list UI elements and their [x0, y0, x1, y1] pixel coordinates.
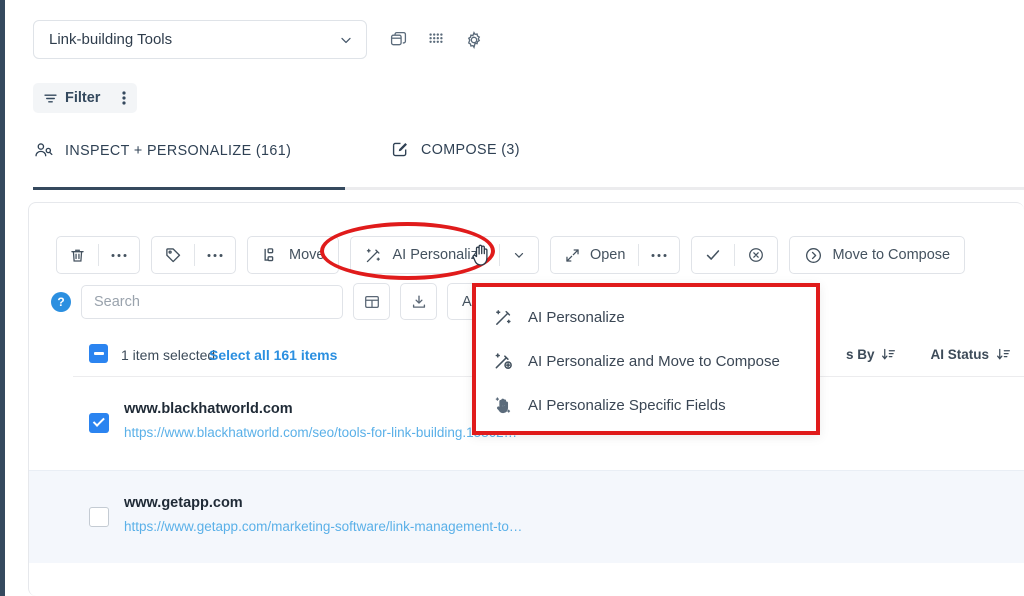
- left-navigation-rail: [0, 0, 5, 596]
- open-button-label: Open: [589, 247, 626, 263]
- filter-button-label: Filter: [65, 90, 101, 106]
- trash-icon: [71, 249, 84, 262]
- tab-underline-track: [33, 187, 1024, 190]
- menu-item-ai-personalize-and-move-to-compose[interactable]: AI Personalize and Move to Compose: [476, 339, 816, 383]
- ai-personalize-dropdown-menu: AI Personalize AI Personalize and Move t…: [472, 283, 820, 435]
- tab-compose-label: COMPOSE (3): [421, 141, 520, 158]
- ai-personalize-button-group: AI Personalize: [350, 236, 539, 274]
- table-row[interactable]: www.getapp.com https://www.getapp.com/ma…: [29, 470, 1024, 563]
- row-content: www.getapp.com https://www.getapp.com/ma…: [124, 495, 522, 534]
- download-button[interactable]: [400, 283, 437, 320]
- tab-bar: INSPECT + PERSONALIZE (161) COMPOSE (3): [33, 140, 520, 175]
- row-checkbox[interactable]: [89, 507, 109, 527]
- magic-wand-icon: [493, 307, 514, 328]
- row-url[interactable]: https://www.blackhatworld.com/seo/tools-…: [124, 425, 517, 440]
- column-header-status-by[interactable]: s By: [846, 347, 897, 362]
- workspace-select[interactable]: Link-building Tools: [33, 20, 367, 59]
- row-domain: www.getapp.com: [124, 495, 243, 511]
- move-button-label: Move: [289, 247, 325, 263]
- row-url[interactable]: https://www.getapp.com/marketing-softwar…: [124, 519, 522, 534]
- menu-item-ai-personalize[interactable]: AI Personalize: [476, 295, 816, 339]
- apps-grid-icon[interactable]: [421, 25, 451, 55]
- move-hierarchy-icon: [264, 248, 274, 262]
- top-bar: Link-building Tools: [33, 20, 489, 59]
- check-icon: [707, 250, 720, 260]
- menu-item-ai-personalize-label: AI Personalize: [528, 308, 625, 326]
- filter-button[interactable]: Filter: [33, 83, 112, 113]
- magic-wand-icon: [367, 248, 381, 262]
- menu-item-ai-personalize-specific-fields-label: AI Personalize Specific Fields: [528, 396, 726, 414]
- sort-desc-icon: [997, 348, 1010, 360]
- row-domain: www.blackhatworld.com: [124, 401, 293, 417]
- help-circle-label: ?: [57, 294, 65, 309]
- select-all-link[interactable]: Select all 161 items: [209, 347, 337, 363]
- circle-arrow-right-icon: [806, 247, 822, 263]
- tab-inspect-personalize-label: INSPECT + PERSONALIZE (161): [65, 142, 292, 159]
- people-icon: [33, 140, 54, 161]
- duplicate-icon[interactable]: [383, 25, 413, 55]
- columns-layout-button[interactable]: [353, 283, 390, 320]
- tab-compose[interactable]: COMPOSE (3): [391, 140, 520, 173]
- more-vertical-icon: [122, 91, 127, 105]
- check-icon: [92, 414, 105, 427]
- tab-inspect-personalize[interactable]: INSPECT + PERSONALIZE (161): [33, 140, 345, 175]
- tag-more-button[interactable]: [195, 237, 235, 273]
- column-header-ai-status[interactable]: AI Status: [930, 347, 1011, 362]
- magic-hand-icon: [493, 395, 514, 416]
- selection-count-label: 1 item selected: [121, 347, 216, 363]
- move-to-compose-button[interactable]: Move to Compose: [789, 236, 966, 274]
- select-all-checkbox[interactable]: [89, 344, 108, 363]
- chevron-down-icon: [514, 253, 524, 258]
- circle-x-icon: [749, 248, 764, 262]
- column-header-ai-status-label: AI Status: [930, 347, 989, 362]
- help-circle-icon[interactable]: ?: [51, 291, 71, 312]
- workspace-select-value: Link-building Tools: [49, 31, 173, 48]
- tab-active-indicator: [33, 187, 345, 190]
- more-horizontal-icon: [651, 253, 667, 257]
- filter-icon: [43, 91, 58, 106]
- menu-item-ai-personalize-specific-fields[interactable]: AI Personalize Specific Fields: [476, 383, 816, 427]
- filter-bar: Filter: [33, 83, 138, 113]
- tag-button[interactable]: [152, 237, 194, 273]
- filter-more-button[interactable]: [111, 83, 138, 113]
- top-bar-icons: [375, 25, 489, 55]
- delete-button-group: [56, 236, 140, 274]
- column-headers: s By AI Status: [846, 347, 1024, 362]
- chevron-down-icon: [338, 32, 354, 48]
- app-root: Link-building Tools Filter INSPECT + PER…: [0, 0, 1024, 596]
- download-icon: [412, 294, 425, 308]
- gear-icon[interactable]: [459, 25, 489, 55]
- column-header-status-by-label: s By: [845, 347, 875, 362]
- menu-item-ai-personalize-and-move-to-compose-label: AI Personalize and Move to Compose: [528, 352, 780, 370]
- move-button[interactable]: Move: [247, 236, 340, 274]
- reject-button[interactable]: [735, 237, 777, 273]
- open-button-group: Open: [549, 236, 681, 274]
- search-input[interactable]: Search: [81, 284, 343, 319]
- hand-cursor-icon: [470, 242, 492, 268]
- sort-desc-icon: [882, 348, 896, 360]
- action-toolbar: Move AI Personalize Open Move to Compose: [56, 236, 966, 274]
- approve-reject-button-group: [691, 236, 779, 274]
- delete-button[interactable]: [57, 237, 98, 273]
- row-content: www.blackhatworld.com https://www.blackh…: [124, 401, 517, 440]
- table-layout-icon: [364, 295, 379, 308]
- more-horizontal-icon: [111, 253, 127, 257]
- compose-pencil-icon: [391, 140, 410, 159]
- tag-button-group: [151, 236, 236, 274]
- move-to-compose-button-label: Move to Compose: [832, 247, 951, 263]
- more-horizontal-icon: [207, 253, 223, 257]
- partial-hidden-button-label: A: [462, 293, 472, 310]
- expand-arrows-icon: [566, 248, 579, 262]
- approve-button[interactable]: [692, 237, 734, 273]
- tag-icon: [166, 248, 181, 263]
- open-button[interactable]: Open: [551, 237, 638, 273]
- magic-wand-plus-icon: [493, 351, 514, 372]
- search-input-placeholder: Search: [94, 293, 140, 310]
- indeterminate-dash-icon: [93, 352, 104, 355]
- delete-more-button[interactable]: [99, 237, 139, 273]
- open-more-button[interactable]: [639, 237, 679, 273]
- ai-personalize-caret-button[interactable]: [500, 237, 538, 273]
- row-checkbox[interactable]: [89, 413, 109, 433]
